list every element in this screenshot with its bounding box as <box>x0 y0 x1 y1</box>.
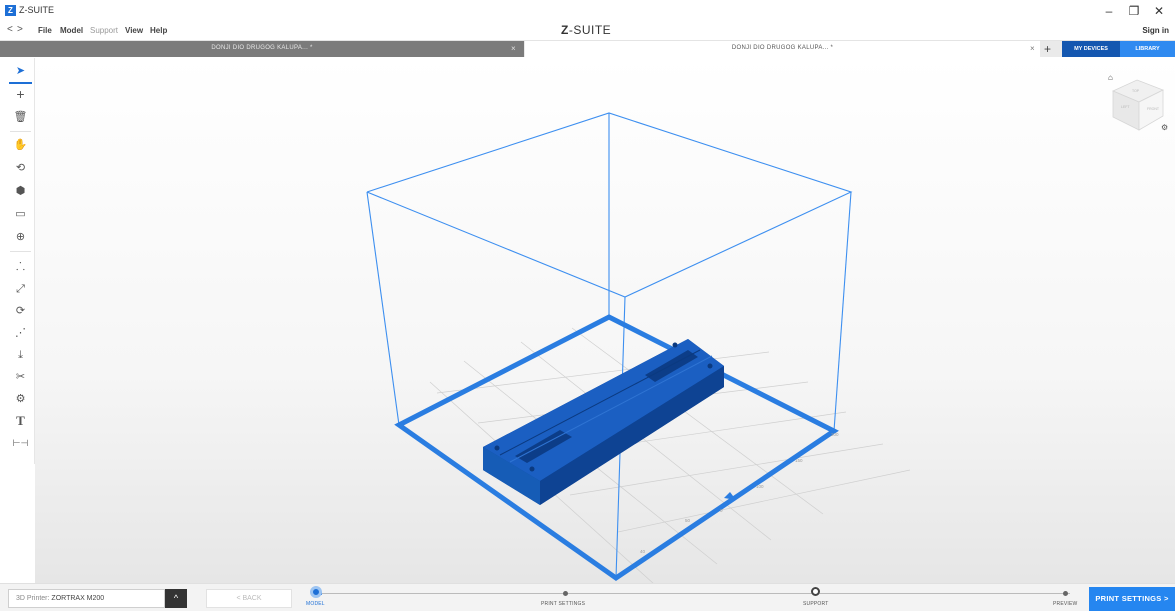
axis-tick-label: 40 <box>640 549 646 554</box>
place-face-icon: ⤓ <box>18 349 23 361</box>
rotate-view-button[interactable]: ⟲ <box>9 157 32 179</box>
plus-icon: + <box>16 86 25 102</box>
viewcube-top-label: TOP <box>1132 89 1140 93</box>
repair-tool-button[interactable]: ⚙ <box>9 388 32 410</box>
printer-name: ZORTRAX M200 <box>51 595 105 602</box>
add-tab-button[interactable]: + <box>1044 41 1051 57</box>
zoom-button[interactable]: ⊕ <box>9 226 32 248</box>
app-logo-icon: Z <box>5 5 16 16</box>
step-print-settings-label: PRINT SETTINGS <box>541 601 586 607</box>
trash-icon: 🗑 <box>13 111 28 123</box>
printer-select-text: 3D Printer: ZORTRAX M200 <box>16 595 104 602</box>
viewcube-front-label: FRONT <box>1147 107 1160 111</box>
step-preview-label: PREVIEW <box>1053 601 1078 607</box>
back-button[interactable]: < BACK <box>206 589 292 608</box>
step-support-indicator[interactable] <box>811 587 820 596</box>
text-tool-button[interactable]: T <box>9 410 32 432</box>
menu-help[interactable]: Help <box>150 26 167 35</box>
toolbar-divider <box>10 131 31 132</box>
viewcube-settings-gear-icon[interactable]: ⚙ <box>1161 123 1168 132</box>
toolbar-divider <box>10 251 31 252</box>
3d-viewport[interactable]: 200 150 100 0 50 40 ⌂ TOP LEFT FRONT ⚙ <box>35 57 1175 583</box>
axis-tick-label: 100 <box>756 484 764 489</box>
add-model-button[interactable]: + <box>9 83 32 105</box>
step-model-indicator[interactable] <box>310 586 322 598</box>
rotate-view-icon: ⟲ <box>15 162 26 174</box>
text-icon: T <box>16 413 25 428</box>
menu-model[interactable]: Model <box>60 26 83 35</box>
cube-icon: ⬢ <box>15 185 26 197</box>
place-face-button[interactable]: ⤓ <box>9 344 32 366</box>
menu-bar: < > File Model Support View Help Z-SUITE… <box>0 22 1175 41</box>
move-tool-button[interactable]: ⸫ <box>9 256 32 278</box>
progress-track <box>316 593 1070 594</box>
minimize-button[interactable]: – <box>1100 3 1118 19</box>
zoom-icon: ⊕ <box>15 231 26 243</box>
hand-icon: ✋ <box>13 139 28 151</box>
menu-view[interactable]: View <box>125 26 143 35</box>
tab-close-icon[interactable]: × <box>1030 44 1035 53</box>
brand-title: Z-SUITE <box>561 23 611 37</box>
printer-prefix: 3D Printer: <box>16 595 50 602</box>
axis-tick-label: 50 <box>685 518 691 523</box>
title-bar: Z Z-SUITE – ❐ ✕ <box>0 0 1175 22</box>
menu-support[interactable]: Support <box>90 26 118 35</box>
pan-tool-button[interactable]: ✋ <box>9 134 32 156</box>
cursor-arrow-icon: ➤ <box>15 65 26 77</box>
scale-tool-button[interactable]: ⤢ <box>9 278 32 300</box>
camera-button[interactable]: ▭ <box>9 203 32 225</box>
tab-label: DONJI DIO DRUGOG KALUPA... * <box>211 45 313 51</box>
camera-icon: ▭ <box>15 208 26 220</box>
workflow-footer: 3D Printer: ZORTRAX M200 ^ < BACK MODEL … <box>0 583 1175 611</box>
menu-file[interactable]: File <box>38 26 52 35</box>
tab-label: DONJI DIO DRUGOG KALUPA... * <box>731 45 834 51</box>
print-volume-scene[interactable]: 200 150 100 0 50 40 <box>35 57 1175 583</box>
close-window-button[interactable]: ✕ <box>1150 3 1168 19</box>
tab-close-icon[interactable]: × <box>511 44 516 53</box>
home-view-icon[interactable]: ⌂ <box>1108 74 1113 82</box>
printer-select[interactable]: 3D Printer: ZORTRAX M200 <box>8 589 165 608</box>
step-preview-indicator[interactable] <box>1063 591 1068 596</box>
nav-back-icon[interactable]: < <box>7 24 13 35</box>
step-model-label: MODEL <box>306 601 325 607</box>
viewcube-left-label: LEFT <box>1121 105 1130 109</box>
measure-icon: ⊢⊣ <box>12 438 29 448</box>
scale-icon: ⤢ <box>16 283 25 295</box>
printer-dropdown-chevron-up-icon[interactable]: ^ <box>165 589 187 608</box>
brand-suffix: -SUITE <box>568 23 612 37</box>
my-devices-button[interactable]: MY DEVICES <box>1062 41 1120 57</box>
step-print-settings-indicator[interactable] <box>563 591 568 596</box>
rotate-tool-button[interactable]: ⟳ <box>9 300 32 322</box>
delete-button[interactable]: 🗑 <box>9 106 32 128</box>
arrange-icon: ⋰ <box>15 327 26 339</box>
cut-tool-button[interactable]: ✂ <box>9 366 32 388</box>
axis-tick-label: 200 <box>831 432 839 437</box>
scissors-icon: ✂ <box>15 371 26 383</box>
window-title: Z-SUITE <box>19 5 54 15</box>
print-volume-box <box>366 112 853 579</box>
sign-in-link[interactable]: Sign in <box>1142 26 1169 35</box>
auto-arrange-button[interactable]: ⋰ <box>9 322 32 344</box>
nav-forward-icon[interactable]: > <box>17 24 23 35</box>
perspective-button[interactable]: ⬢ <box>9 180 32 202</box>
select-tool-button[interactable]: ➤ <box>9 60 32 84</box>
tool-sidebar: ➤ + 🗑 ✋ ⟲ ⬢ ▭ ⊕ ⸫ ⤢ ⟳ ⋰ ⤓ ✂ ⚙ T ⊢⊣ <box>7 58 35 464</box>
tab-project-2[interactable]: DONJI DIO DRUGOG KALUPA... * × <box>525 41 1040 57</box>
library-button[interactable]: LIBRARY <box>1120 41 1175 57</box>
move-icon: ⸫ <box>15 261 26 273</box>
repair-icon: ⚙ <box>15 393 26 405</box>
restore-button[interactable]: ❐ <box>1125 3 1143 19</box>
tab-project-1[interactable]: DONJI DIO DRUGOG KALUPA... * × <box>0 41 524 57</box>
measure-tool-button[interactable]: ⊢⊣ <box>9 432 32 454</box>
next-print-settings-button[interactable]: PRINT SETTINGS > <box>1089 587 1175 611</box>
rotate-icon: ⟳ <box>15 305 26 317</box>
step-support-label: SUPPORT <box>803 601 829 607</box>
brand-prefix: Z <box>561 23 569 37</box>
view-cube[interactable]: ⌂ TOP LEFT FRONT ⚙ <box>1105 74 1169 138</box>
tab-bar: DONJI DIO DRUGOG KALUPA... * × DONJI DIO… <box>0 41 1175 57</box>
axis-tick-label: 150 <box>795 458 803 463</box>
